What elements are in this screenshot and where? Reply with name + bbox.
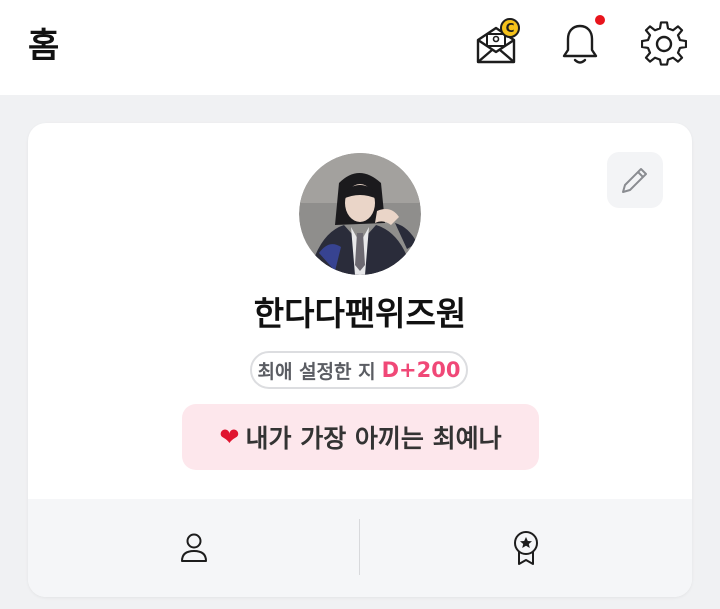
nickname: 한다다팬위즈원 xyxy=(253,294,467,333)
page-title: 홈 xyxy=(28,26,60,66)
profile-photo xyxy=(299,153,421,275)
edit-profile-button[interactable] xyxy=(607,152,663,208)
mail-coin-button[interactable]: C xyxy=(468,14,524,74)
pencil-icon xyxy=(622,168,647,193)
dday-value: D+200 xyxy=(381,358,461,382)
heart-icon: ❤ xyxy=(219,423,240,451)
dday-label: 최애 설정한 지 xyxy=(257,360,376,383)
coin-icon: C xyxy=(500,18,520,38)
settings-button[interactable] xyxy=(636,14,692,74)
profile-card-footer xyxy=(28,499,692,597)
badges-tab[interactable] xyxy=(360,499,692,597)
gear-icon xyxy=(641,21,687,66)
profile-tab[interactable] xyxy=(28,499,360,597)
profile-card: 한다다팬위즈원 최애 설정한 지 D+200 ❤ 내가 가장 아끼는 최예나 xyxy=(28,123,692,597)
bias-message-text: 내가 가장 아끼는 최예나 xyxy=(245,424,502,453)
avatar[interactable] xyxy=(299,153,421,275)
notification-button[interactable] xyxy=(552,14,608,74)
bell-icon xyxy=(562,24,598,64)
award-badge-icon xyxy=(514,531,538,565)
top-bar: 홈 C xyxy=(0,0,720,95)
bias-message: ❤ 내가 가장 아끼는 최예나 xyxy=(182,404,539,470)
person-icon xyxy=(181,533,207,562)
notification-dot xyxy=(595,15,605,25)
dday-badge: 최애 설정한 지 D+200 xyxy=(250,351,468,389)
